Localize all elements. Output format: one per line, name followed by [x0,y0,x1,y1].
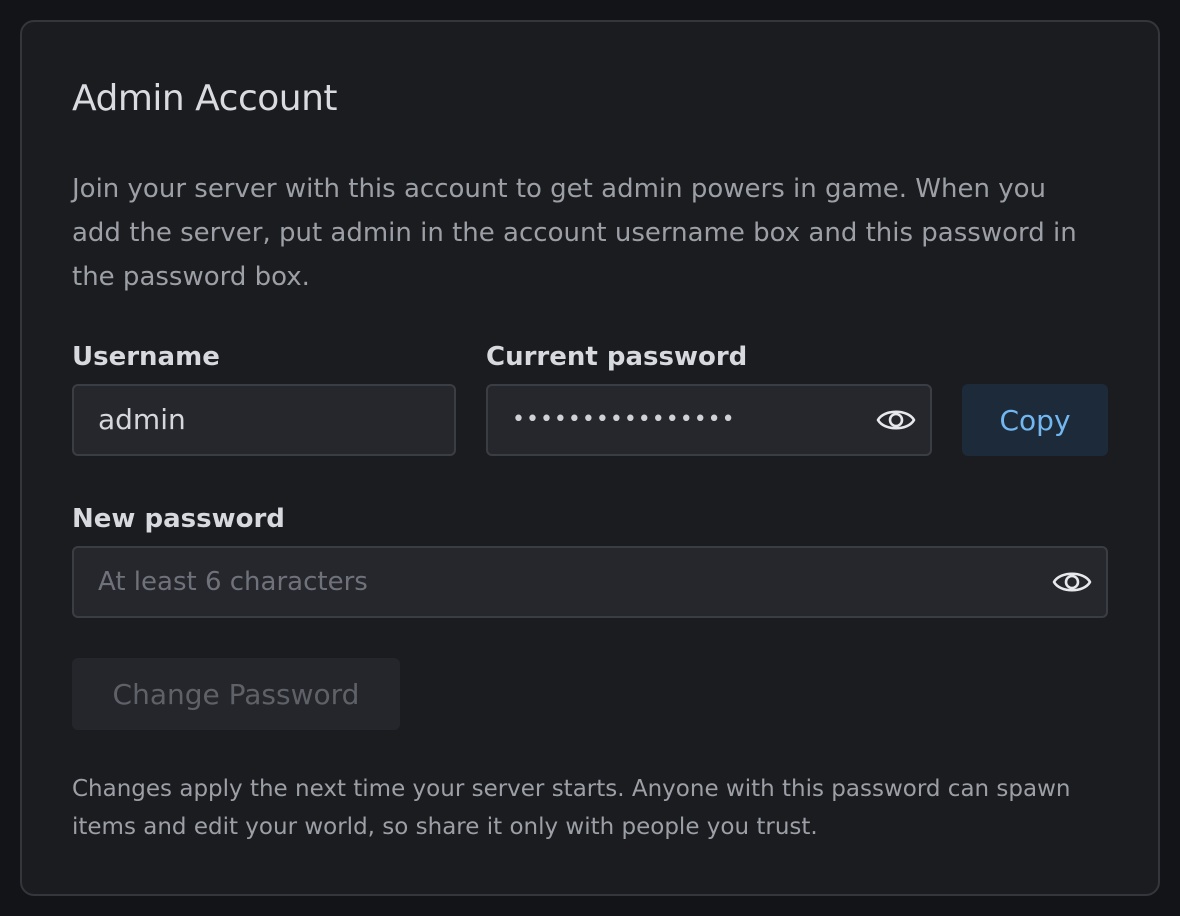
new-password-label: New password [72,504,285,534]
username-value: admin [98,403,186,436]
footnote: Changes apply the next time your server … [72,776,1071,840]
copy-button[interactable]: Copy [962,384,1108,456]
admin-account-card: Admin Account Join your server with this… [20,20,1160,896]
new-password-field[interactable]: At least 6 characters [72,546,1108,618]
current-password-value: •••••••••••••••• [512,407,736,432]
current-password-field[interactable]: •••••••••••••••• [486,384,932,456]
eye-icon[interactable] [876,403,916,437]
new-password-placeholder: At least 6 characters [98,567,368,597]
username-label: Username [72,342,220,372]
card-title: Admin Account [72,78,338,119]
change-password-button[interactable]: Change Password [72,658,400,730]
card-description: Join your server with this account to ge… [72,174,1077,292]
eye-icon[interactable] [1052,565,1092,599]
current-password-label: Current password [486,342,748,372]
username-field[interactable]: admin [72,384,456,456]
